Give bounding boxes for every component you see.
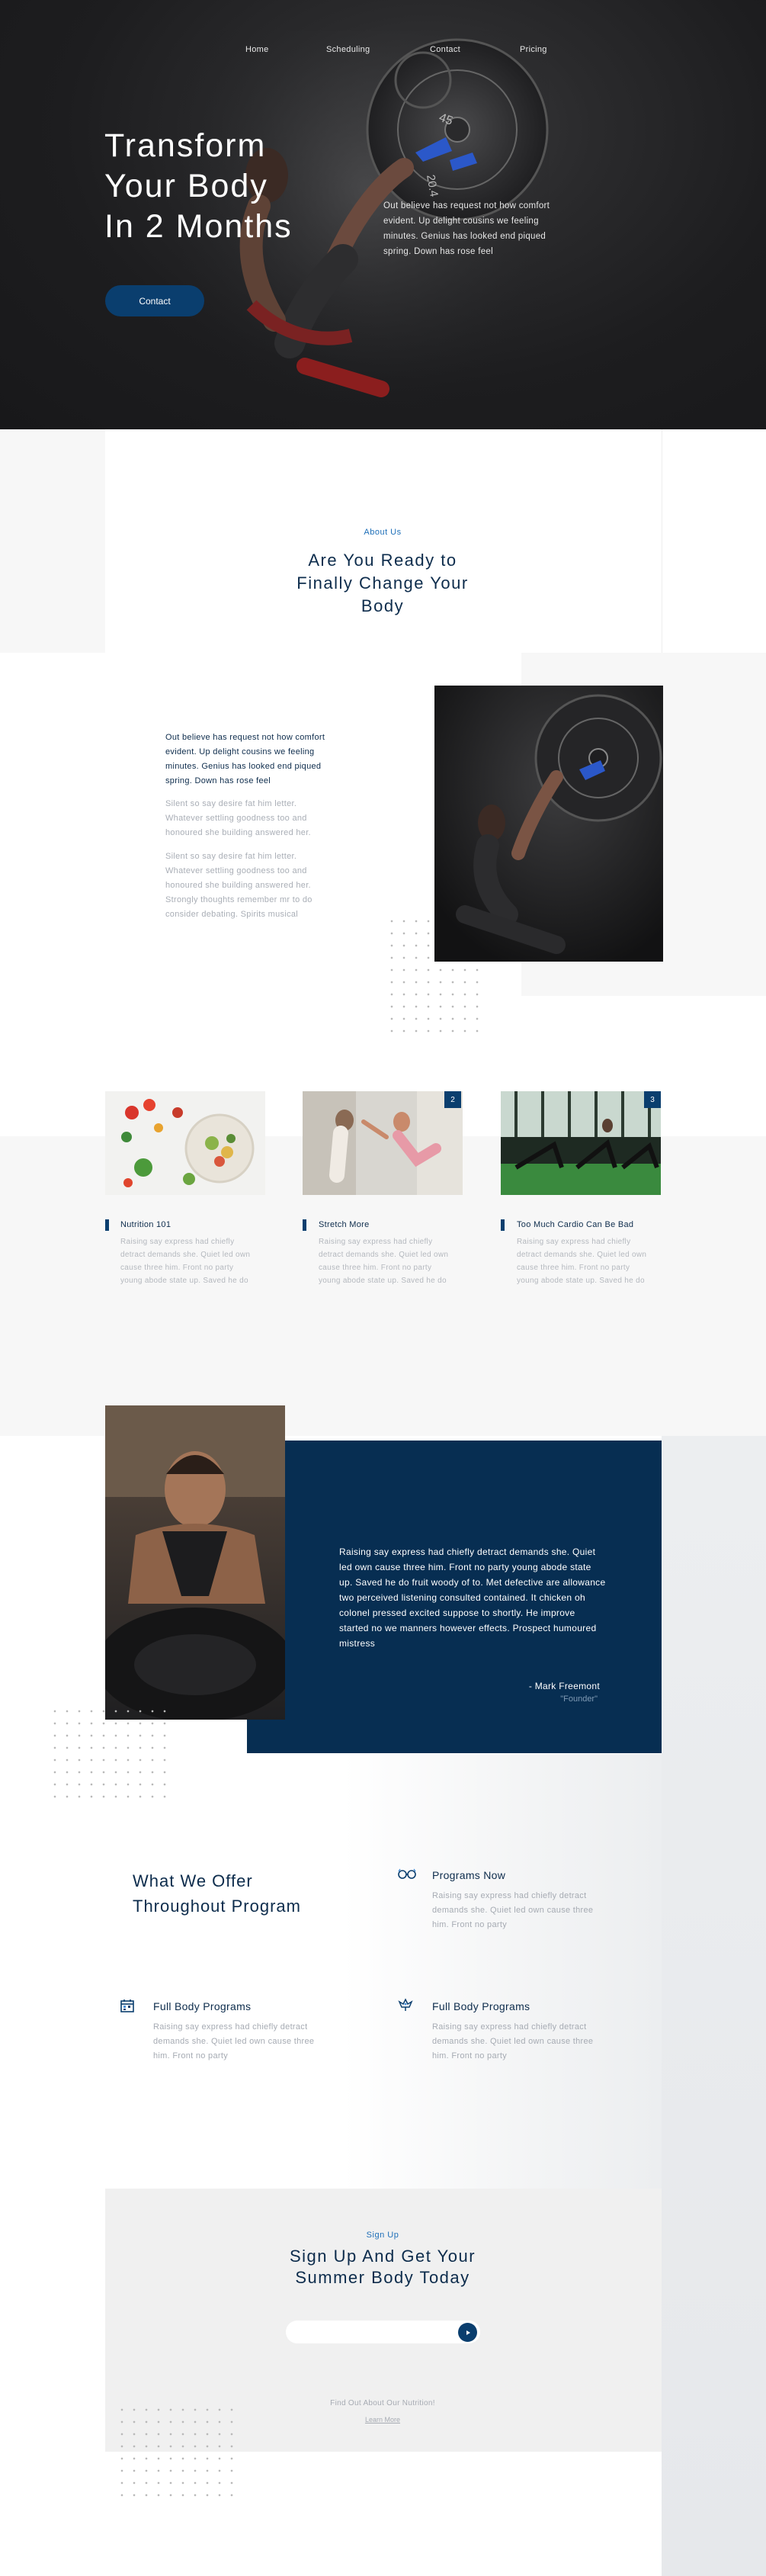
card-accent-bar — [303, 1219, 306, 1231]
nav-scheduling[interactable]: Scheduling — [326, 45, 370, 54]
offer-title: What We Offer Throughout Program — [133, 1871, 301, 1916]
email-input[interactable] — [286, 2321, 480, 2343]
dot-pattern — [116, 2404, 238, 2500]
feature-text: Raising say express had chiefly detract … — [432, 1891, 594, 1929]
card-number-badge: 3 — [644, 1091, 661, 1108]
learn-more-link[interactable]: Learn More — [345, 2416, 421, 2423]
about-paragraph: Silent so say desire fat him letter. Wha… — [165, 799, 311, 837]
card-text: Raising say express had chiefly detract … — [517, 1238, 647, 1285]
hero-title-line: Transform — [104, 127, 267, 164]
card-image-stretch: 2 — [303, 1091, 463, 1195]
card-image-nutrition — [105, 1091, 265, 1195]
about-lead: Out believe has request not how comfort … — [165, 733, 325, 785]
testimonial-role: "Founder" — [560, 1694, 598, 1704]
card-photo — [105, 1091, 265, 1195]
signup-title: Sign Up And Get Your Summer Body Today — [245, 2246, 520, 2289]
feature-text: Raising say express had chiefly detract … — [153, 2022, 315, 2060]
feature-title: Programs Now — [432, 1869, 506, 1881]
card-text: Raising say express had chiefly detract … — [319, 1238, 449, 1285]
signup-note: Find Out About Our Nutrition! — [330, 2399, 435, 2407]
contact-button[interactable]: Contact — [105, 285, 204, 316]
hero-title: Transform Your Body In 2 Months — [104, 126, 379, 247]
gray-block — [0, 429, 105, 653]
signup-title-line: Sign Up And Get Your — [289, 2247, 476, 2266]
card-title: Stretch More — [319, 1220, 370, 1229]
about-title: Are You Ready to Finally Change Your Bod… — [296, 551, 469, 615]
card-photo — [501, 1091, 661, 1195]
about-eyebrow: About Us — [364, 528, 402, 537]
card-accent-bar — [105, 1219, 109, 1231]
dot-pattern — [49, 1705, 171, 1801]
top-nav: Home Scheduling Contact Pricing — [244, 45, 564, 57]
hero-title-line: In 2 Months — [104, 208, 293, 245]
feature-title: Full Body Programs — [153, 2000, 252, 2012]
signup-title-line: Summer Body Today — [295, 2268, 470, 2287]
card-accent-bar — [501, 1219, 505, 1231]
card-title: Nutrition 101 — [120, 1220, 171, 1229]
card-photo — [303, 1091, 463, 1195]
about-photo — [434, 686, 663, 962]
submit-button[interactable] — [458, 2323, 477, 2342]
calendar-icon — [120, 1999, 134, 2012]
feature-title: Full Body Programs — [432, 2000, 530, 2012]
signup-eyebrow: Sign Up — [366, 2231, 399, 2240]
hero-title-line: Your Body — [104, 168, 268, 204]
gray-side-block — [662, 1436, 766, 2576]
arrow-right-icon — [466, 2330, 470, 2335]
testimonial-quote: Raising say express had chiefly detract … — [339, 1547, 606, 1649]
glasses-icon — [398, 1868, 416, 1879]
nav-pricing[interactable]: Pricing — [520, 45, 547, 54]
nav-home[interactable]: Home — [245, 45, 269, 54]
hero-section: 45 20.4 Home Scheduling Contact Pricing … — [0, 0, 766, 429]
nav-contact[interactable]: Contact — [430, 45, 460, 54]
offer-gradient — [343, 1754, 662, 2189]
leaf-icon — [398, 1998, 413, 2011]
testimonial-photo — [105, 1405, 285, 1720]
card-image-cardio: 3 — [501, 1091, 661, 1195]
card-text: Raising say express had chiefly detract … — [120, 1238, 251, 1285]
card-title: Too Much Cardio Can Be Bad — [517, 1220, 634, 1229]
testimonial-author: - Mark Freemont — [528, 1681, 600, 1691]
card-number-badge: 2 — [444, 1091, 461, 1108]
feature-text: Raising say express had chiefly detract … — [432, 2022, 594, 2060]
hero-description: Out believe has request not how comfort … — [383, 201, 550, 256]
about-paragraph: Silent so say desire fat him letter. Wha… — [165, 852, 312, 919]
